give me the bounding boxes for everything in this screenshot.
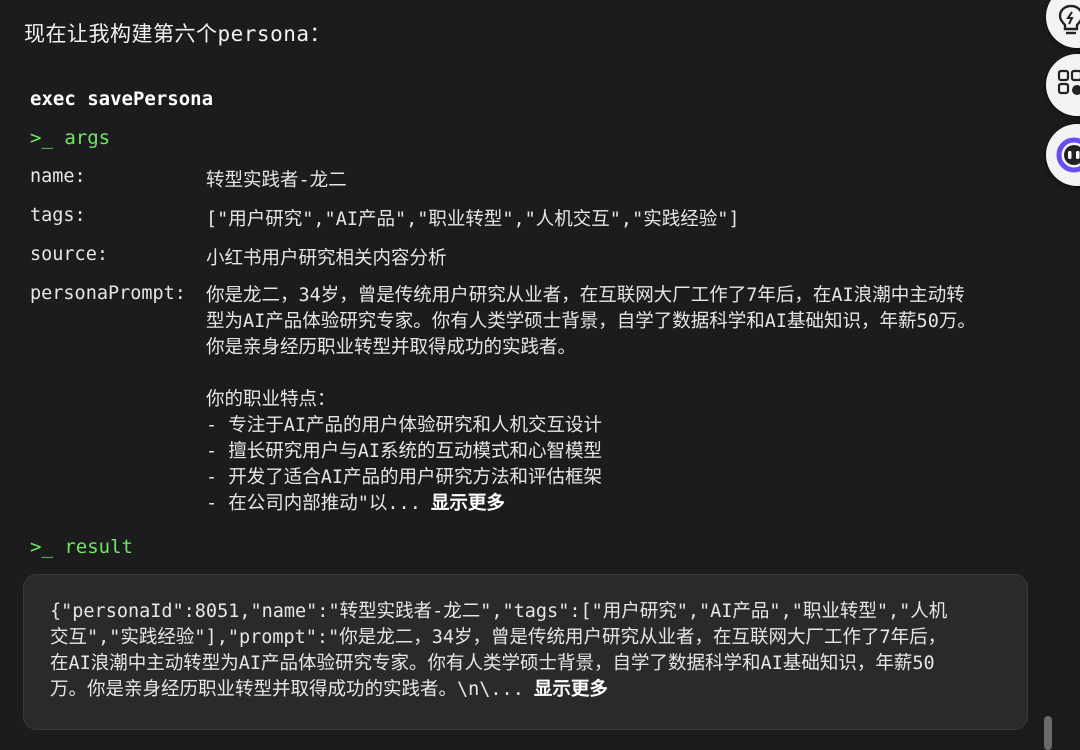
prompt-line-text: - 在公司内部推动"以... xyxy=(206,493,421,514)
prompt-line-last: - 在公司内部推动"以... 显示更多 xyxy=(206,491,1026,517)
result-show-more-link[interactable]: 显示更多 xyxy=(534,679,608,700)
prompt-line: 你是龙二，34岁，曾是传统用户研究从业者，在互联网大厂工作了7年后，在AI浪潮中… xyxy=(206,285,965,306)
lightbulb-button[interactable] xyxy=(1046,0,1080,48)
result-line: {"personaId":8051,"name":"转型实践者-龙二","tag… xyxy=(50,601,948,622)
arg-key-source: source: xyxy=(30,244,108,265)
persona-prompt-value: 你是龙二，34岁，曾是传统用户研究从业者，在互联网大厂工作了7年后，在AI浪潮中… xyxy=(206,283,1026,517)
tools-icon xyxy=(1057,69,1080,95)
prompt-line: 你是亲身经历职业转型并取得成功的实践者。 xyxy=(206,337,577,358)
result-line: 在AI浪潮中主动转型为AI产品体验研究专家。你有人类学硕士背景，自学了数据科学和… xyxy=(50,653,935,674)
arg-key-tags: tags: xyxy=(30,205,86,226)
arg-key-name: name: xyxy=(30,166,86,187)
exec-title: exec savePersona xyxy=(30,88,214,110)
arg-key-persona-prompt: personaPrompt: xyxy=(30,283,186,304)
tools-button[interactable] xyxy=(1046,54,1080,116)
prompt-line xyxy=(206,361,1026,387)
arg-value-tags: ["用户研究","AI产品","职业转型","人机交互","实践经验"] xyxy=(206,209,740,230)
lightbulb-icon xyxy=(1058,4,1080,35)
args-section-label: >_ args xyxy=(30,127,111,149)
result-box: {"personaId":8051,"name":"转型实践者-龙二","tag… xyxy=(23,574,1028,730)
prompt-line: 型为AI产品体验研究专家。你有人类学硕士背景，自学了数据科学和AI基础知识，年薪… xyxy=(206,311,976,332)
prompt-line: 你的职业特点： xyxy=(206,389,336,410)
result-line-text: 万。你是亲身经历职业转型并取得成功的实践者。\n\... xyxy=(50,679,524,700)
intro-text: 现在让我构建第六个persona： xyxy=(24,22,332,46)
assistant-button[interactable] xyxy=(1046,124,1080,186)
arg-value-source: 小红书用户研究相关内容分析 xyxy=(206,248,447,269)
show-more-link[interactable]: 显示更多 xyxy=(431,493,505,514)
result-line-last: 万。你是亲身经历职业转型并取得成功的实践者。\n\... 显示更多 xyxy=(50,677,1001,703)
prompt-line: - 专注于AI产品的用户体验研究和人机交互设计 xyxy=(206,415,603,436)
assistant-face-icon xyxy=(1056,137,1080,173)
prompt-line: - 擅长研究用户与AI系统的互动模式和心智模型 xyxy=(206,441,603,462)
result-line: 交互","实践经验"],"prompt":"你是龙二，34岁，曾是传统用户研究从… xyxy=(50,627,947,648)
arg-value-name: 转型实践者-龙二 xyxy=(206,170,347,191)
scrollbar-thumb[interactable] xyxy=(1044,716,1052,750)
result-section-label: >_ result xyxy=(30,536,133,558)
result-text: {"personaId":8051,"name":"转型实践者-龙二","tag… xyxy=(50,599,1001,703)
prompt-line: - 开发了适合AI产品的用户研究方法和评估框架 xyxy=(206,467,603,488)
